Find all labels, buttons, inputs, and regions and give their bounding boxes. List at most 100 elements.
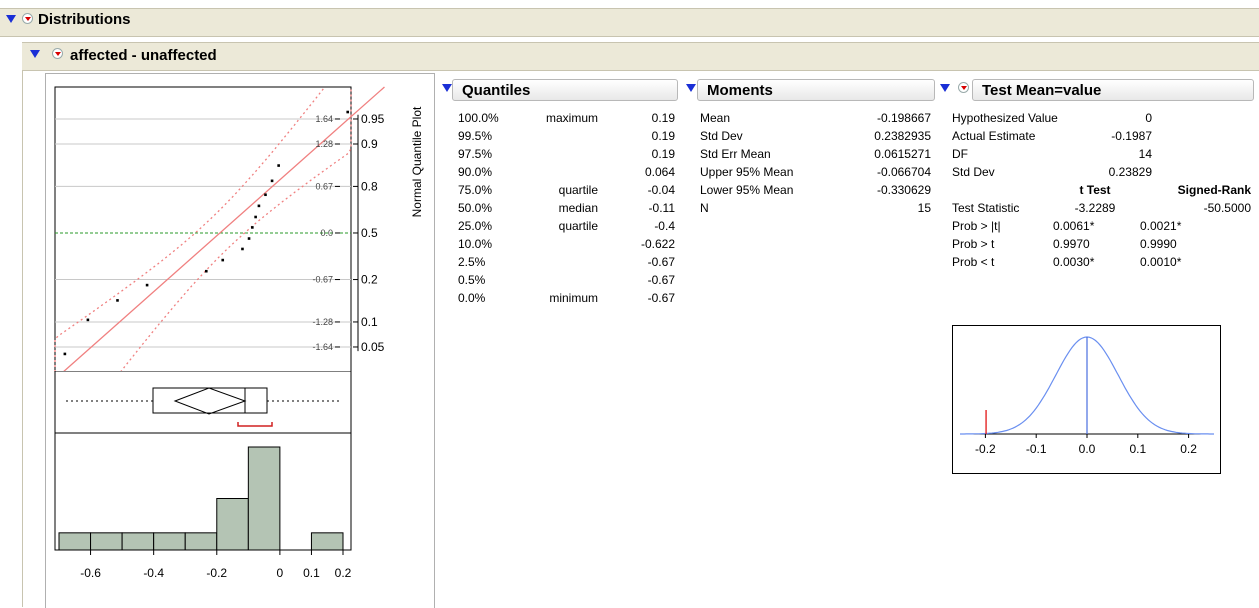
table-row: DF 14 <box>952 145 1152 163</box>
test-statistics-table: t Test Signed-Rank Test Statistic -3.2289 -5… <box>952 181 1251 271</box>
table-row: 0.0% minimum -0.67 <box>458 289 675 307</box>
test-mean-disclosure-icon[interactable] <box>940 84 950 92</box>
histogram-tick-label: 0 <box>277 566 284 580</box>
table-row: Test Statistic -3.2289 -50.5000 <box>952 199 1251 217</box>
red-triangle-menu-icon[interactable] <box>958 82 969 93</box>
density-tick-label: -0.1 <box>1026 442 1047 456</box>
moments-table: Mean -0.198667 Std Dev 0.2382935 Std Err Mea… <box>700 109 931 217</box>
histogram-bar <box>184 532 218 551</box>
right-tick-label: 0.5 <box>361 226 378 240</box>
density-tick-label: -0.2 <box>975 442 996 456</box>
table-row: Upper 95% Mean -0.066704 <box>700 163 931 181</box>
histogram: -0.6 -0.4 -0.2 0 0.1 0.2 <box>54 433 352 580</box>
histogram-bar <box>310 532 344 551</box>
test-mean-label: DF <box>952 147 968 161</box>
red-triangle-menu-icon[interactable] <box>22 13 33 24</box>
quantiles-header[interactable]: Quantiles <box>452 79 678 101</box>
density-tick-label: 0.1 <box>1129 442 1146 456</box>
box-plot-frame <box>54 371 352 434</box>
quantile-point <box>204 269 208 273</box>
distributions-header-bar <box>0 8 1259 37</box>
disclosure-triangle-icon[interactable] <box>6 15 16 23</box>
right-tick-label: 0.8 <box>361 179 378 193</box>
table-row: 10.0% -0.622 <box>458 235 675 253</box>
quantile-point <box>270 179 274 183</box>
quantile-value: -0.04 <box>647 183 675 197</box>
test-mean-value: 14 <box>1138 147 1152 161</box>
moment-value: 0.0615271 <box>874 147 931 161</box>
table-row: Prob > t 0.9970 0.9990 <box>952 235 1251 253</box>
table-row: Mean -0.198667 <box>700 109 931 127</box>
quantile-percent: 75.0% <box>458 183 493 197</box>
moments-header[interactable]: Moments <box>697 79 935 101</box>
test-mean-title: Test Mean=value <box>982 82 1102 99</box>
quantile-label: quartile <box>558 183 598 197</box>
quantile-percent: 99.5% <box>458 129 493 143</box>
table-row: 90.0% 0.064 <box>458 163 675 181</box>
quantile-point <box>251 226 254 229</box>
t-test-value: 0.9970 <box>1053 237 1090 251</box>
density-tick-label: 0.2 <box>1180 442 1197 456</box>
statistic-label: Prob > |t| <box>952 219 1001 233</box>
quantile-percent: 50.0% <box>458 201 493 215</box>
histogram-bar <box>247 446 281 551</box>
test-mean-label: Hypothesized Value <box>952 111 1058 125</box>
quantile-point <box>241 247 244 251</box>
table-row: Actual Estimate -0.1987 <box>952 127 1152 145</box>
quantile-value: 0.19 <box>651 147 675 161</box>
quantile-plot-frame <box>54 86 352 372</box>
blank-header <box>952 181 1050 199</box>
table-row: Prob > |t| 0.0061* 0.0021* <box>952 217 1251 235</box>
test-mean-header[interactable]: Test Mean=value <box>972 79 1254 101</box>
left-tick-label: -0.67 <box>312 275 333 285</box>
quantile-point <box>221 258 225 262</box>
quantile-value: -0.67 <box>647 291 675 305</box>
normal-quantile-plot-label: Normal Quantile Plot <box>410 106 424 217</box>
quantile-point <box>254 215 257 219</box>
quantile-percent: 0.0% <box>458 291 486 305</box>
quantiles-disclosure-icon[interactable] <box>442 84 452 92</box>
quantile-point <box>247 237 251 240</box>
histogram-bar <box>121 532 155 551</box>
quantile-point <box>264 193 267 197</box>
quantile-label: quartile <box>558 219 598 233</box>
t-test-value: 0.0030* <box>1053 255 1095 269</box>
quantile-value: -0.67 <box>647 255 675 269</box>
quantile-label: median <box>558 201 598 215</box>
moment-label: Std Dev <box>700 129 743 143</box>
t-test-value: 0.0061* <box>1053 219 1095 233</box>
histogram-bar <box>153 532 186 551</box>
quantile-percent: 90.0% <box>458 165 493 179</box>
moment-label: N <box>700 201 709 215</box>
moments-title: Moments <box>707 82 773 99</box>
quantile-value: -0.622 <box>640 237 675 251</box>
quantile-label <box>518 271 598 289</box>
table-row: 75.0% quartile -0.04 <box>458 181 675 199</box>
histogram-tick-label: -0.4 <box>143 566 164 580</box>
moment-value: 15 <box>917 201 931 215</box>
quantile-point <box>63 352 67 356</box>
t-test-column-header: t Test <box>1079 183 1111 197</box>
quantile-point <box>86 318 90 322</box>
normal-quantile-plot: 1.64 1.28 0.67 0.0 -0.67 -1.28 -1.64 0.95 0.9 0.… <box>54 86 424 372</box>
t-distribution-plot: -0.2 -0.1 0.0 0.1 0.2 <box>952 325 1221 474</box>
test-mean-value: -0.1987 <box>1111 129 1152 143</box>
test-mean-label: Std Dev <box>952 165 995 179</box>
table-row: Lower 95% Mean -0.330629 <box>700 181 931 199</box>
quantile-point <box>116 299 119 302</box>
moment-label: Lower 95% Mean <box>700 183 794 197</box>
moment-value: -0.198667 <box>876 111 931 125</box>
red-triangle-menu-icon[interactable] <box>52 48 63 59</box>
density-tick-label: 0.0 <box>1079 442 1096 456</box>
signed-rank-value: -50.5000 <box>1203 201 1251 215</box>
quantile-label <box>518 163 598 181</box>
moments-disclosure-icon[interactable] <box>686 84 696 92</box>
moment-value: 0.2382935 <box>874 129 931 143</box>
table-row: Std Err Mean 0.0615271 <box>700 145 931 163</box>
signed-rank-value: 0.0021* <box>1140 219 1182 233</box>
quantile-label: maximum <box>545 111 598 125</box>
right-tick-label: 0.1 <box>361 315 378 329</box>
disclosure-triangle-icon[interactable] <box>30 50 40 58</box>
quantile-point <box>145 283 149 287</box>
signed-rank-column-header: Signed-Rank <box>1177 183 1251 197</box>
